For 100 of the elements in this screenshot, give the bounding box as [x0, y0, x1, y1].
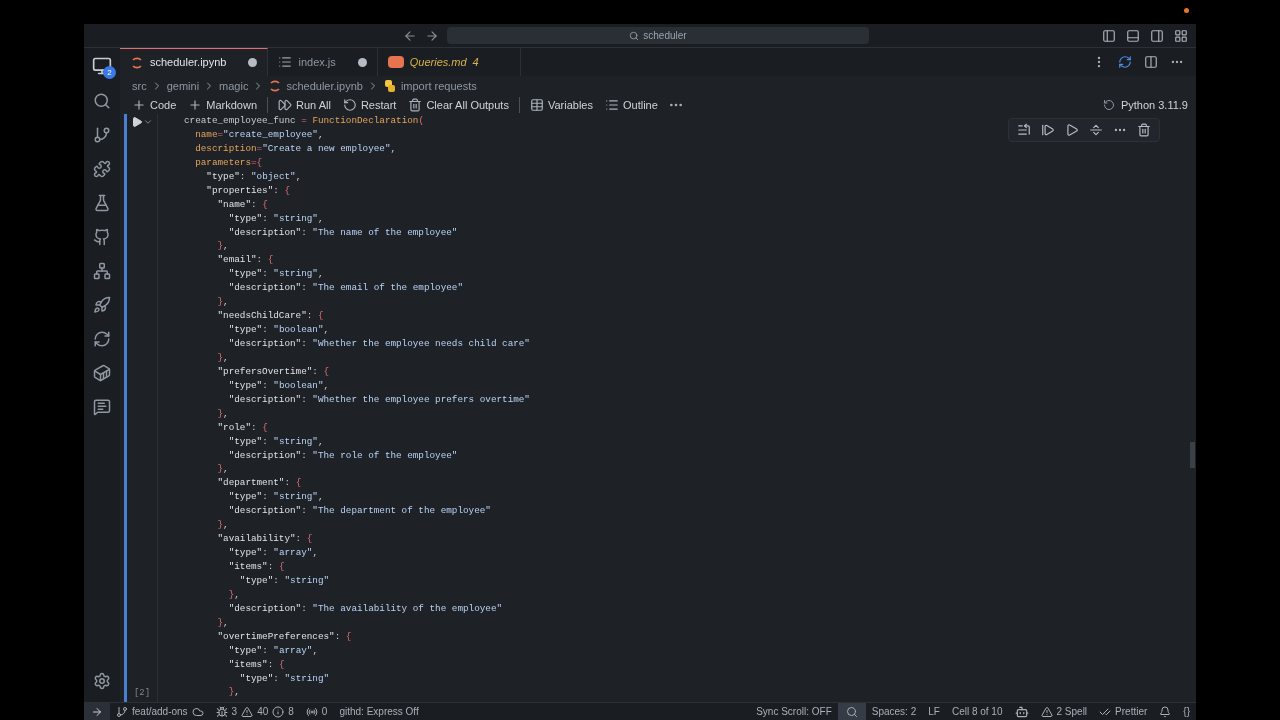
ports-button[interactable]: 0 [299, 703, 334, 720]
notification-badge: 2 [103, 66, 116, 79]
code-line: "type": "string" [238, 573, 330, 588]
code-line: "description": "The name of the employee" [227, 225, 458, 240]
error-icon [215, 705, 228, 718]
code-line: "name": { [216, 197, 268, 212]
trash-icon [1137, 123, 1151, 137]
run-below-icon [1065, 123, 1079, 137]
breadcrumb-item[interactable]: src [132, 77, 147, 95]
github-icon [93, 228, 111, 246]
code-line: "overtimePreferences": { [216, 629, 352, 644]
editor-tab[interactable]: index.js [268, 48, 378, 76]
language-button[interactable]: {} [1177, 703, 1196, 720]
toolbar-button[interactable]: Code [126, 96, 183, 114]
back-button[interactable] [403, 28, 417, 43]
diff-button[interactable] [1118, 55, 1132, 69]
activity-button[interactable] [93, 296, 111, 314]
search-icon [93, 92, 111, 110]
toolbar-button[interactable]: Restart [336, 96, 403, 114]
activity-button[interactable] [93, 262, 111, 280]
toolbar-button[interactable]: Clear All Outputs [402, 96, 515, 114]
settings-button[interactable] [93, 672, 111, 690]
activity-button[interactable] [93, 92, 111, 110]
split-cell-icon [1089, 123, 1103, 137]
activity-button[interactable] [93, 126, 111, 144]
code-line: "description": "The email of the employee" [227, 281, 463, 296]
comments-icon [93, 398, 111, 416]
status-item[interactable]: Sync Scroll: OFF [750, 703, 838, 720]
editor-tab[interactable]: scheduler.ipynb [120, 48, 269, 76]
run-by-line-icon [1017, 123, 1031, 137]
code-line: "type": "boolean", [227, 378, 330, 393]
delete-cell-button[interactable] [1137, 123, 1151, 137]
status-item[interactable]: Cell 8 of 10 [945, 703, 1009, 720]
activity-button[interactable] [93, 194, 111, 212]
forward-button[interactable] [425, 28, 439, 43]
search-field[interactable]: scheduler [447, 27, 869, 44]
problems-button[interactable]: 3 40 8 [209, 703, 300, 720]
markdown-icon [387, 56, 404, 68]
sync-icon [93, 330, 111, 348]
toolbar-button[interactable]: Run All [272, 96, 337, 114]
breadcrumb-item[interactable]: import requests [382, 77, 477, 95]
toolbar-button[interactable]: Variables [523, 96, 599, 114]
code-line: }, [216, 239, 229, 254]
code-line: "email": { [216, 253, 274, 268]
status-item[interactable]: LF [922, 703, 946, 720]
code-line: "type": "boolean", [227, 323, 330, 337]
kernel-button[interactable]: Python 3.11.9 [1102, 96, 1188, 114]
cloud-icon [191, 705, 204, 718]
trash-icon [408, 98, 423, 112]
code-line: "description": "The role of the employee" [227, 448, 458, 463]
split-cell-button[interactable] [1089, 123, 1103, 137]
status-item[interactable]: githd: Express Off [333, 703, 425, 720]
status-item[interactable]: Spaces: 2 [865, 703, 923, 720]
split-button[interactable] [1144, 55, 1158, 69]
panel-right-icon [1150, 28, 1164, 43]
robot-icon [1014, 704, 1029, 719]
code-line: "description": "The department of the employee" [227, 504, 491, 519]
plus-icon [132, 98, 146, 112]
breadcrumb-item[interactable]: magic [219, 77, 249, 95]
activity-button[interactable] [93, 330, 111, 348]
execution-count: [2] [133, 686, 151, 700]
activity-button[interactable] [93, 364, 111, 382]
code-line: "type": "string", [227, 490, 324, 505]
explorer-button[interactable]: 2 [92, 56, 112, 76]
branch-button[interactable]: feat/add-ons [110, 703, 210, 720]
run-all-icon [278, 98, 293, 112]
split-icon [1144, 55, 1158, 69]
run-below-button[interactable] [1065, 123, 1079, 137]
code-line: "type": "string" [238, 671, 330, 686]
prettier-button[interactable]: Prettier [1093, 703, 1154, 720]
branch-icon [116, 705, 128, 718]
source-control-icon [93, 126, 111, 144]
flask-icon [93, 194, 111, 212]
code-line: "needsChildCare": { [216, 309, 324, 324]
run-above-button[interactable] [1041, 123, 1055, 137]
search-button[interactable] [837, 703, 866, 720]
code-line: }, [216, 350, 229, 365]
code-line: parameters={ [194, 155, 263, 170]
search-icon [845, 705, 858, 718]
run-by-line-button[interactable] [1017, 123, 1031, 137]
search-icon [629, 30, 640, 41]
code-line: "type": "string", [227, 267, 324, 282]
run-cell-button[interactable] [131, 116, 143, 128]
code-line: "type": "string", [227, 211, 324, 226]
back-icon [403, 28, 417, 43]
code-line: "availability": { [216, 532, 313, 547]
activity-button[interactable] [93, 160, 111, 178]
breadcrumb-item[interactable]: scheduler.ipynb [268, 77, 363, 95]
toolbar-button[interactable]: Markdown [182, 96, 264, 114]
toolbar-button[interactable]: Outline [598, 96, 664, 114]
chevron-icon [143, 117, 153, 127]
spell-button[interactable]: 2 Spell [1034, 703, 1094, 720]
breadcrumb-item[interactable]: gemini [166, 77, 200, 95]
activity-button[interactable] [93, 398, 111, 416]
play-icon [131, 116, 143, 128]
sync-icon [1118, 55, 1132, 69]
editor-tab[interactable]: Queries.md 4 [377, 48, 521, 76]
activity-button[interactable] [93, 228, 111, 246]
code-line: "description": "Whether the employee prefers overtime" [227, 392, 530, 407]
remote-button[interactable] [84, 703, 110, 720]
